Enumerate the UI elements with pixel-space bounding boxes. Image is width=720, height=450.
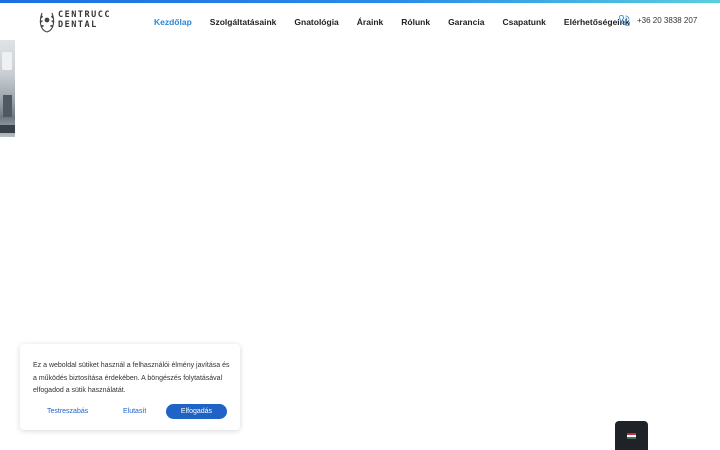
nav-item-araink[interactable]: Áraink (357, 17, 383, 27)
nav-item-gnatologia[interactable]: Gnatológia (294, 17, 338, 27)
nav-item-csapatunk[interactable]: Csapatunk (502, 17, 545, 27)
laurel-logo-icon (39, 12, 55, 33)
language-switcher[interactable] (615, 421, 648, 450)
cookie-customize-button[interactable]: Testreszabás (47, 404, 88, 420)
logo-wordmark: CENTRUCC DENTAL (58, 10, 111, 30)
site-header: CENTRUCC DENTAL Kezdőlap Szolgáltatásain… (0, 3, 720, 40)
cookie-message: Ez a weboldal sütiket használ a felhaszn… (33, 362, 230, 394)
cookie-decline-button[interactable]: Elutasít (123, 404, 146, 420)
phone-number: +36 20 3838 207 (637, 16, 698, 25)
phone-link[interactable]: +36 20 3838 207 (618, 14, 697, 27)
hero-image-fragment (0, 40, 15, 137)
nav-item-rolunk[interactable]: Rólunk (401, 17, 430, 27)
nav-item-garancia[interactable]: Garancia (448, 17, 484, 27)
site-logo[interactable]: CENTRUCC DENTAL (38, 9, 109, 35)
cookie-consent-banner: Ez a weboldal sütiket használ a felhaszn… (20, 344, 240, 430)
nav-item-kezdolap[interactable]: Kezdőlap (154, 17, 192, 27)
cookie-accept-button[interactable]: Elfogadás (166, 404, 227, 419)
logo-line-2: DENTAL (58, 20, 98, 30)
hungary-flag-icon (627, 432, 636, 439)
phone-icon (619, 15, 630, 26)
logo-line-1: CENTRUCC (58, 10, 111, 20)
cookie-actions: Testreszabás Elutasít Elfogadás (20, 404, 240, 420)
main-nav: Kezdőlap Szolgáltatásaink Gnatológia Ára… (154, 3, 630, 40)
nav-item-szolgaltatasaink[interactable]: Szolgáltatásaink (210, 17, 277, 27)
